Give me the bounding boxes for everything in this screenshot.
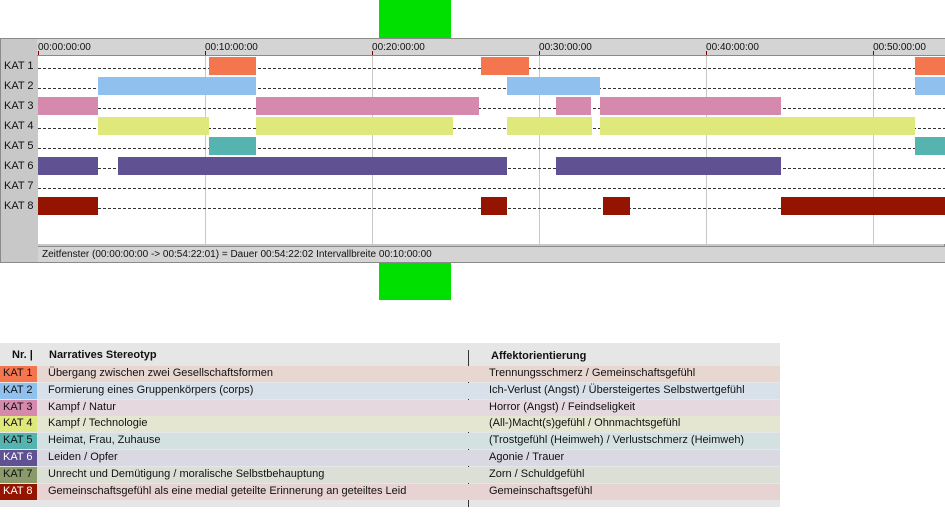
- tick-label: 00:40:00:00: [706, 42, 759, 53]
- legend-stereotype: Formierung eines Gruppenkörpers (corps): [48, 383, 254, 396]
- legend-table: Nr. | Narratives Stereotyp Affektorienti…: [0, 343, 780, 507]
- track-area[interactable]: [38, 56, 945, 244]
- segment-bar[interactable]: [117, 157, 507, 175]
- segment-bar[interactable]: [38, 97, 99, 115]
- category-label: KAT 4: [4, 120, 34, 132]
- legend-row: KAT 5 Heimat, Frau, Zuhause (Trostgefühl (…: [0, 433, 780, 450]
- legend-affect: (Trostgefühl (Heimweh) / Verlustschmerz …: [489, 434, 745, 447]
- time-ruler[interactable]: 00:00:00:00 00:10:00:00 00:20:00:00 00:30:0…: [37, 39, 945, 56]
- legend-affect: Trennungsschmerz / Gemeinschaftsgefühl: [489, 367, 696, 379]
- legend-color-code: KAT 8: [0, 483, 37, 500]
- segment-bar[interactable]: [556, 97, 591, 115]
- legend-color-code: KAT 4: [0, 416, 37, 433]
- tick-mark: [539, 51, 541, 55]
- segment-bar[interactable]: [914, 57, 945, 75]
- category-label: KAT 2: [4, 80, 34, 92]
- legend-row: KAT 2 Formierung eines Gruppenkörpers (co…: [0, 382, 780, 399]
- segment-bar[interactable]: [38, 197, 99, 215]
- legend-affect: Zorn / Schuldgefühl: [489, 467, 585, 480]
- gridline: [873, 56, 875, 244]
- tick-label: 00:00:00:00: [38, 42, 91, 53]
- category-label: KAT 8: [4, 200, 34, 212]
- segment-bar[interactable]: [209, 137, 256, 155]
- gridline: [372, 56, 374, 244]
- legend-header-affect: Affektorientierung: [491, 350, 587, 362]
- legend-stereotype: Leiden / Opfer: [48, 451, 118, 463]
- segment-bar[interactable]: [914, 137, 945, 155]
- legend-color-code: KAT 6: [0, 450, 37, 466]
- legend-row: KAT 1 Übergang zwischen zwei Gesellschaft…: [0, 366, 780, 382]
- legend-color-code: KAT 7: [0, 466, 37, 483]
- segment-bar[interactable]: [98, 117, 210, 135]
- segment-bar[interactable]: [556, 157, 782, 175]
- tick-label: 00:10:00:00: [205, 42, 258, 53]
- tick-mark: [873, 51, 875, 55]
- status-bar: Zeitfenster (00:00:00:00 -> 00:54:22:01)…: [38, 246, 945, 262]
- legend-affect: (All-)Macht(s)gefühl / Ohnmachtsgefühl: [489, 417, 681, 430]
- segment-bar[interactable]: [481, 197, 507, 215]
- row-guide: [38, 148, 945, 149]
- tick-label: 00:20:00:00: [372, 42, 425, 53]
- row-guide: [38, 188, 945, 189]
- segment-bar[interactable]: [914, 77, 945, 95]
- legend-affect: Gemeinschaftsgefühl: [489, 484, 593, 497]
- category-label: KAT 7: [4, 180, 34, 192]
- legend-header-nr: Nr. |: [12, 349, 33, 361]
- tick-mark: [38, 51, 39, 55]
- category-label: KAT 5: [4, 140, 34, 152]
- segment-bar[interactable]: [38, 157, 99, 175]
- timeline-panel: 00:00:00:00 00:10:00:00 00:20:00:00 00:30:0…: [0, 38, 945, 263]
- legend-color-code: KAT 1: [0, 366, 37, 382]
- legend-color-code: KAT 2: [0, 382, 37, 399]
- tick-mark: [372, 51, 374, 55]
- segment-bar[interactable]: [600, 97, 782, 115]
- segment-bar[interactable]: [98, 77, 256, 95]
- segment-bar[interactable]: [507, 77, 601, 95]
- tick-mark: [205, 51, 206, 55]
- category-label: KAT 6: [4, 160, 34, 172]
- legend-stereotype: Heimat, Frau, Zuhause: [48, 434, 161, 447]
- legend-row: KAT 4 Kampf / Technologie (All-)Macht(s)ge…: [0, 416, 780, 433]
- legend-stereotype: Kampf / Natur: [48, 400, 116, 413]
- legend-color-code: KAT 5: [0, 433, 37, 450]
- segment-bar[interactable]: [600, 117, 915, 135]
- legend-header-stereotype: Narratives Stereotyp: [49, 349, 157, 361]
- tick-label: 00:50:00:00: [873, 42, 926, 53]
- segment-bar[interactable]: [507, 117, 593, 135]
- gridline: [706, 56, 708, 244]
- segment-bar[interactable]: [602, 197, 630, 215]
- segment-bar[interactable]: [255, 97, 480, 115]
- legend-stereotype: Gemeinschaftsgefühl als eine medial gete…: [48, 484, 407, 497]
- status-text: Zeitfenster (00:00:00:00 -> 00:54:22:01)…: [42, 249, 432, 260]
- segment-bar[interactable]: [481, 57, 529, 75]
- legend-stereotype: Unrecht und Demütigung / moralische Selb…: [48, 467, 325, 480]
- legend-color-code: KAT 3: [0, 399, 37, 416]
- tick-label: 00:30:00:00: [539, 42, 592, 53]
- category-label: KAT 3: [4, 100, 34, 112]
- legend-row: KAT 8 Gemeinschaftsgefühl als eine medial…: [0, 483, 780, 500]
- legend-row: KAT 7 Unrecht und Demütigung / moralische…: [0, 466, 780, 483]
- row-guide: [38, 108, 945, 109]
- segment-bar[interactable]: [209, 57, 256, 75]
- category-label: KAT 1: [4, 60, 34, 72]
- legend-row: KAT 6 Leiden / Opfer Agonie / Trauer: [0, 450, 780, 466]
- playhead-window-top[interactable]: [379, 0, 451, 38]
- tick-mark: [706, 51, 708, 55]
- legend-affect: Ich-Verlust (Angst) / Übersteigertes Sel…: [489, 383, 745, 396]
- legend-affect: Agonie / Trauer: [489, 451, 565, 463]
- legend-stereotype: Kampf / Technologie: [48, 417, 148, 430]
- legend-affect: Horror (Angst) / Feindseligkeit: [489, 400, 636, 413]
- legend-stereotype: Übergang zwischen zwei Gesellschaftsform…: [48, 367, 273, 379]
- segment-bar[interactable]: [781, 197, 945, 215]
- legend-row: KAT 3 Kampf / Natur Horror (Angst) / Feind…: [0, 399, 780, 416]
- segment-bar[interactable]: [255, 117, 453, 135]
- playhead-window-bottom[interactable]: [379, 263, 451, 300]
